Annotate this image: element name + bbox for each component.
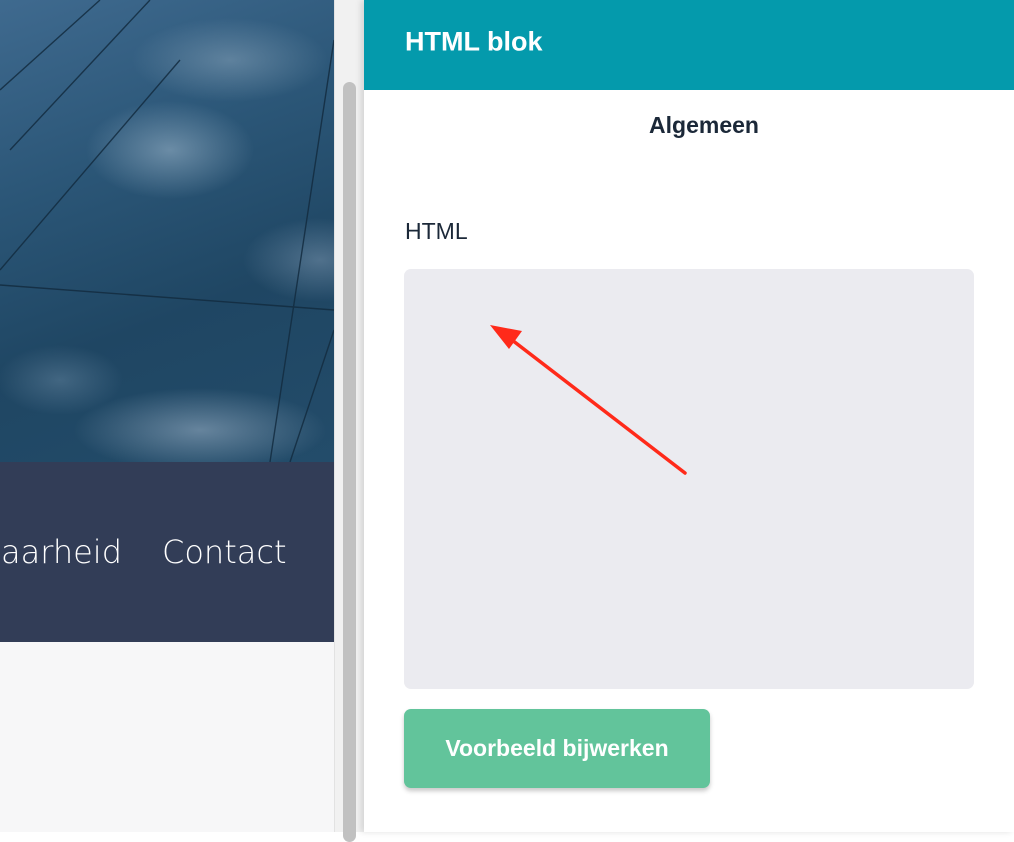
panel-title: HTML blok	[405, 26, 543, 57]
preview-scrollbar-thumb[interactable]	[343, 82, 356, 842]
html-block-panel: HTML blok Algemeen HTML Voorbeeld bijwer…	[364, 0, 1014, 832]
hero-image	[0, 0, 334, 462]
update-preview-button[interactable]: Voorbeeld bijwerken	[404, 709, 710, 788]
nav-link-contact[interactable]: Contact	[162, 533, 287, 571]
site-navigation: baarheid Contact	[0, 462, 334, 642]
hero-image-lines	[0, 0, 334, 462]
html-code-input[interactable]	[404, 269, 974, 689]
panel-header: HTML blok	[364, 0, 1014, 90]
nav-link-partial[interactable]: baarheid	[0, 533, 122, 571]
html-field-label: HTML	[405, 218, 468, 244]
tab-general[interactable]: Algemeen	[364, 112, 1014, 139]
website-preview: baarheid Contact	[0, 0, 334, 832]
preview-scrollbar-track[interactable]	[334, 0, 364, 842]
